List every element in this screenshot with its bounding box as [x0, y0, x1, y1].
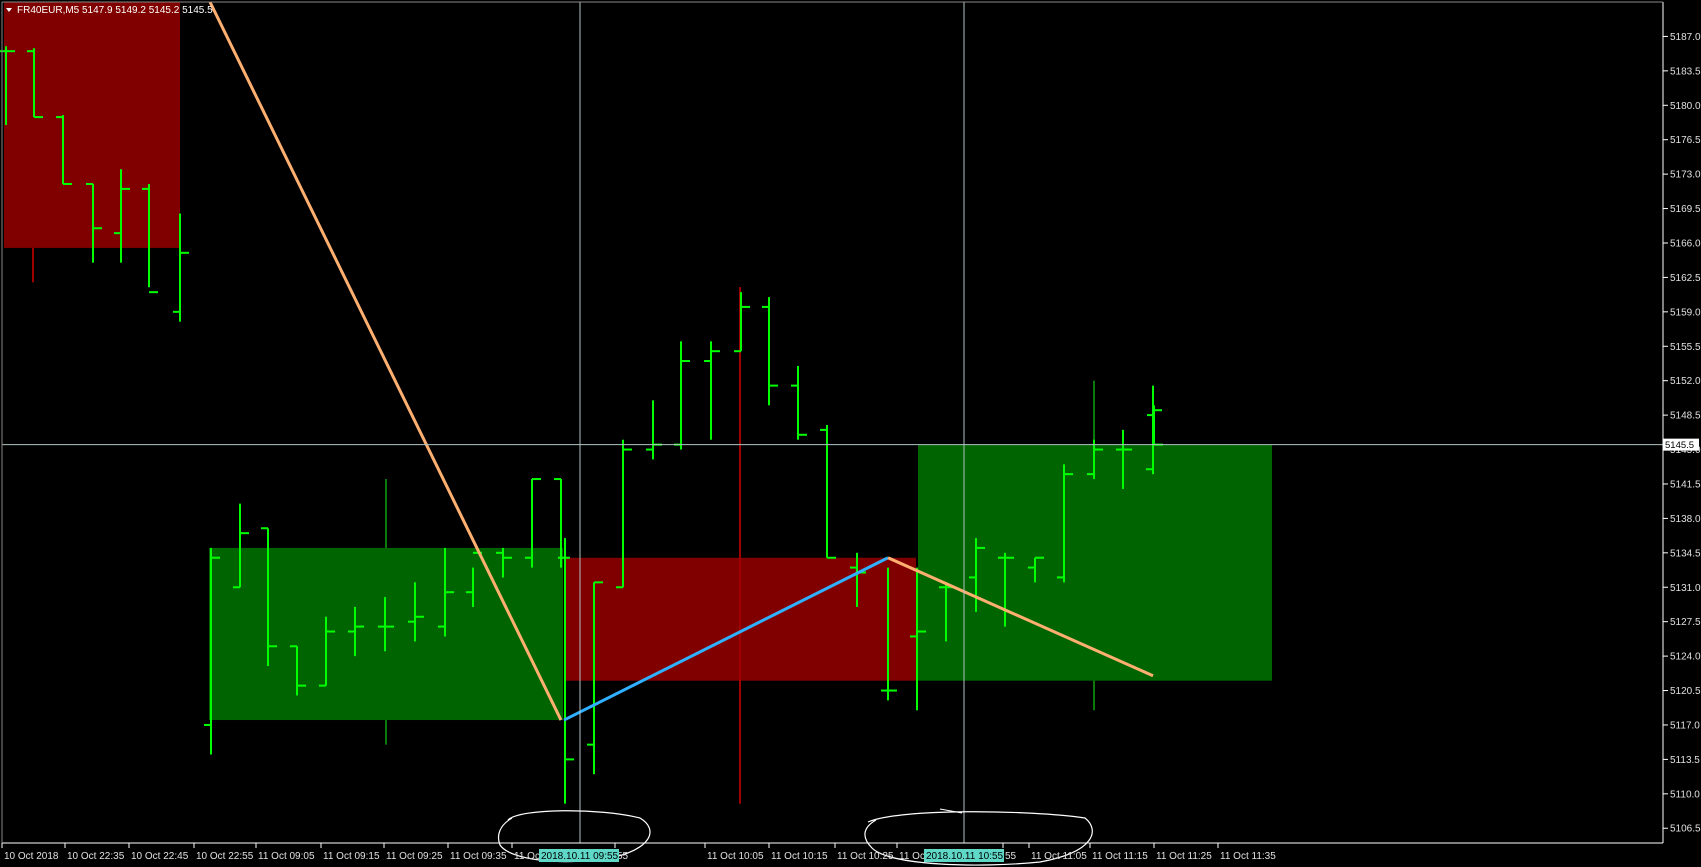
- y-tick-label: 5155.5: [1670, 342, 1701, 353]
- x-tick-label: 55: [1005, 851, 1017, 862]
- x-tick-label: 11 Oc: [514, 851, 540, 862]
- y-tick-label: 5176.5: [1670, 135, 1701, 146]
- y-tick-label: 5148.5: [1670, 411, 1701, 422]
- y-tick-label: 5141.5: [1670, 479, 1701, 490]
- x-marker-label: 2018.10.11 09:55: [541, 851, 619, 862]
- y-tick-label: 5183.5: [1670, 66, 1701, 77]
- y-tick-label: 5162.5: [1670, 273, 1701, 284]
- x-tick-label: 11 Oct 09:35: [450, 851, 507, 862]
- zone-bull-3: [918, 444, 1272, 681]
- x-tick-label: 11 Oct 09:25: [386, 851, 443, 862]
- x-tick-label: 11 Oct 11:25: [1156, 851, 1212, 862]
- ohlc-chart[interactable]: 5187.0 5183.5 5180.0 5176.5 5173.0 5169.5 5166…: [0, 0, 1701, 867]
- y-tick-label: 5187.0: [1670, 32, 1701, 43]
- x-tick-label: 11 Oct 11:35: [1220, 851, 1276, 862]
- current-price-label: 5145.5: [1665, 440, 1694, 451]
- symbol-label: FR40EUR,M5: [17, 5, 80, 16]
- x-tick-label: 11 Oct 10:15: [771, 851, 828, 862]
- y-tick-label: 5134.5: [1670, 548, 1701, 559]
- y-tick-label: 5124.0: [1670, 652, 1701, 663]
- x-tick-label: 11 Oct 11:05: [1031, 851, 1087, 862]
- y-tick-label: 5110.0: [1670, 789, 1700, 800]
- y-tick-label: 5138.0: [1670, 514, 1701, 525]
- y-tick-label: 5127.5: [1670, 617, 1701, 628]
- y-tick-label: 5117.0: [1670, 720, 1700, 731]
- x-tick-label: 11 Oct 10:05: [707, 851, 764, 862]
- x-marker-label: 2018.10.11 10:55: [926, 851, 1004, 862]
- y-tick-label: 5159.0: [1670, 307, 1701, 318]
- x-tick-label: 10 Oct 22:35: [67, 851, 125, 862]
- y-tick-label: 5166.0: [1670, 238, 1701, 249]
- x-tick-label: 10 Oct 22:45: [131, 851, 189, 862]
- chart-header: FR40EUR,M5 5147.9 5149.2 5145.2 5145.5: [6, 5, 213, 16]
- y-tick-label: 5131.0: [1670, 583, 1701, 594]
- x-tick-label: 10 Oct 22:55: [196, 851, 254, 862]
- x-tick-label: 10 Oct 2018: [4, 851, 59, 862]
- y-tick-label: 5152.0: [1670, 376, 1701, 387]
- y-tick-label: 5180.0: [1670, 101, 1701, 112]
- x-tick-label: 11 Oct 10:25: [837, 851, 894, 862]
- y-tick-label: 5173.0: [1670, 170, 1701, 181]
- x-tick-label: 11 Oct 11:15: [1092, 851, 1148, 862]
- chart-background: [0, 0, 1701, 867]
- y-tick-label: 5169.5: [1670, 204, 1701, 215]
- x-tick-label: 11 Oct 09:15: [323, 851, 380, 862]
- y-tick-label: 5113.5: [1670, 755, 1700, 766]
- ohlc-readout: 5147.9 5149.2 5145.2 5145.5: [82, 5, 213, 16]
- y-tick-label: 5106.5: [1670, 824, 1701, 835]
- y-tick-label: 5120.5: [1670, 686, 1701, 697]
- x-tick-label: 11 Oct 09:05: [258, 851, 315, 862]
